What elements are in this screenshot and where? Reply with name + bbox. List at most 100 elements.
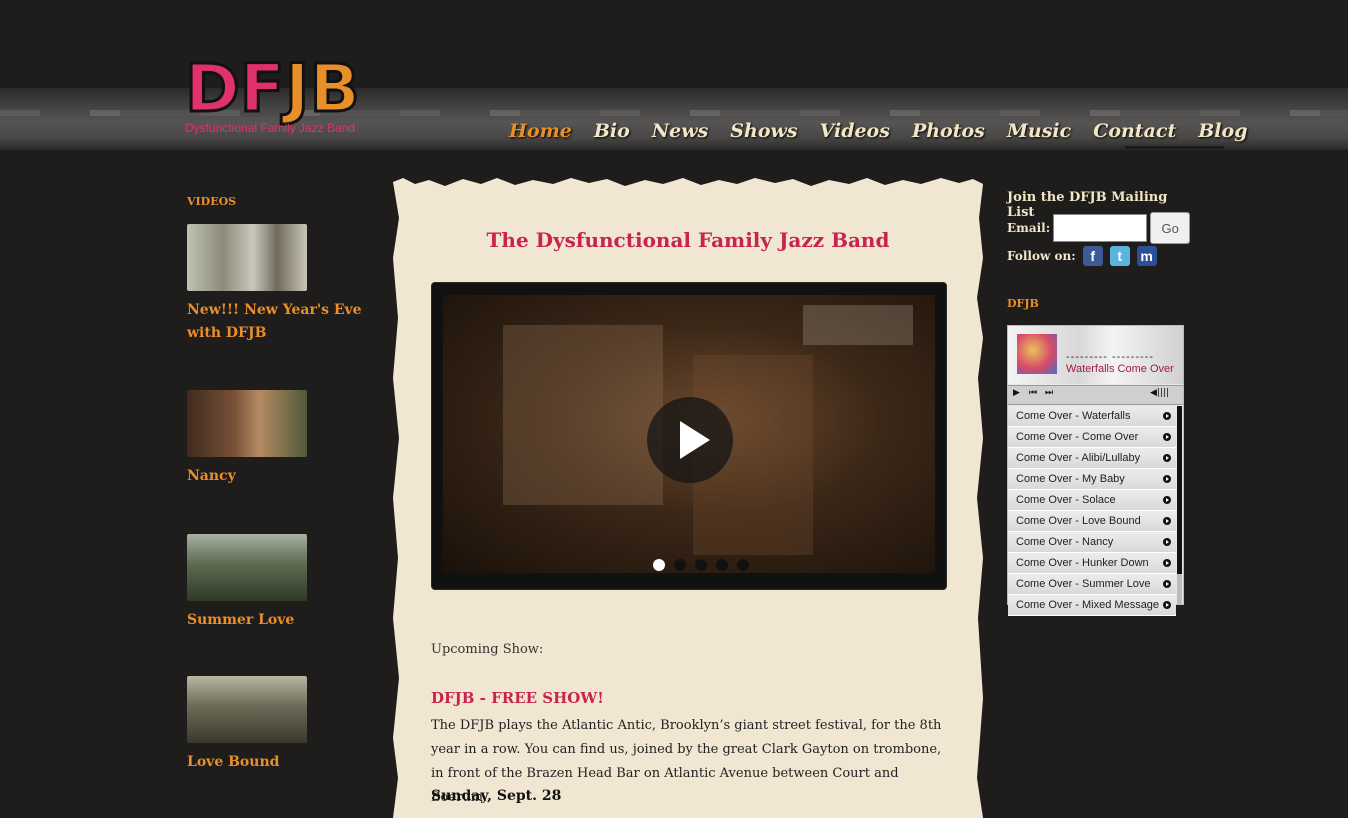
slide-dot-2[interactable] [674,559,686,571]
nav-bio[interactable]: Bio [594,120,630,142]
main-content-paper: The Dysfunctional Family Jazz Band Upcom… [393,178,983,818]
playlist-item[interactable]: Come Over - Solace [1008,490,1176,511]
album-art [1017,334,1057,374]
video-title-link[interactable]: Love Bound [187,751,377,774]
playlist-item[interactable]: Come Over - Come Over [1008,427,1176,448]
show-title: DFJB - FREE SHOW! [431,689,604,707]
playlist-item[interactable]: Come Over - Love Bound [1008,511,1176,532]
video-item: Love Bound [187,676,377,774]
myspace-icon[interactable]: m [1136,246,1157,266]
playlist-item[interactable]: Come Over - Summer Love [1008,574,1176,595]
go-button[interactable]: Go [1150,212,1191,244]
videos-sidebar: VIDEOS New!!! New Year's Eve with DFJB N… [187,195,377,770]
nav-news[interactable]: News [652,120,709,142]
logo-letter-f: F [238,50,286,127]
slide-dot-3[interactable] [695,559,707,571]
nav-home[interactable]: Home [509,120,572,142]
videos-section-title: VIDEOS [187,195,237,208]
page-title: The Dysfunctional Family Jazz Band [486,228,890,252]
email-label: Email: [1007,221,1051,235]
slide-dot-1[interactable] [653,559,665,571]
playlist-item-label: Come Over - Come Over [1016,431,1139,443]
previous-icon[interactable]: ⏮ [1029,388,1037,398]
video-screen[interactable] [443,295,935,573]
play-arrow-icon [1163,538,1171,546]
video-slideshow [431,282,947,590]
video-title-link[interactable]: Nancy [187,465,377,488]
play-icon[interactable]: ▶ [1013,388,1020,398]
player-progress-dashes: --------- --------- [1066,351,1154,363]
volume-icon[interactable]: ◀|||| [1150,388,1169,398]
video-title-link[interactable]: New!!! New Year's Eve with DFJB [187,299,377,345]
playlist-item-label: Come Over - Nancy [1016,536,1114,548]
play-arrow-icon [1163,559,1171,567]
nav-shows[interactable]: Shows [730,120,797,142]
music-player: --------- --------- Waterfalls Come Over… [1007,325,1184,616]
logo-letter-d: D [184,50,242,127]
play-arrow-icon [1163,454,1171,462]
playlist-item[interactable]: Come Over - Waterfalls [1008,406,1176,427]
playlist-item-label: Come Over - Summer Love [1016,578,1151,590]
email-input[interactable] [1053,214,1148,242]
logo-letter-b: B [308,50,361,127]
logo-letters: D F J B [184,50,362,127]
video-frame-region [503,325,663,505]
play-arrow-icon [1163,601,1171,609]
nav-videos[interactable]: Videos [820,120,890,142]
play-arrow-icon [1163,475,1171,483]
player-controls: ▶ ⏮ ⏭ ◀|||| [1008,385,1183,405]
player-header: --------- --------- Waterfalls Come Over [1008,326,1183,384]
facebook-icon[interactable]: f [1082,246,1103,266]
video-thumbnail[interactable] [187,390,307,457]
playlist-item-label: Come Over - Solace [1016,494,1116,506]
playlist-item-label: Come Over - Love Bound [1016,515,1141,527]
logo-tagline: Dysfunctional Family Jazz Band [185,121,356,135]
playlist-item[interactable]: Come Over - Alibi/Lullaby [1008,448,1176,469]
playlist-item[interactable]: Come Over - Mixed Message [1008,595,1176,616]
slide-pagination [653,559,749,571]
playlist-item-label: Come Over - Hunker Down [1016,557,1149,569]
slide-dot-4[interactable] [716,559,728,571]
video-thumbnail[interactable] [187,224,307,291]
video-thumbnail[interactable] [187,676,307,743]
video-item: New!!! New Year's Eve with DFJB [187,224,377,345]
playlist-item[interactable]: Come Over - Nancy [1008,532,1176,553]
nav-underline [1125,146,1224,149]
scrollbar-thumb[interactable] [1177,406,1182,574]
nav-contact[interactable]: Contact [1093,120,1176,142]
play-arrow-icon [1163,580,1171,588]
video-item: Nancy [187,390,377,488]
playlist-item-label: Come Over - Alibi/Lullaby [1016,452,1141,464]
follow-label: Follow on: [1007,249,1076,263]
playlist-item[interactable]: Come Over - Hunker Down [1008,553,1176,574]
playlist-scrollbar[interactable] [1177,406,1182,604]
play-button[interactable] [647,397,733,483]
dfjb-logo[interactable]: D F J B Dysfunctional Family Jazz Band [184,50,380,138]
nav-photos[interactable]: Photos [912,120,985,142]
logo-letter-j: J [283,50,310,127]
show-date: Sunday, Sept. 28 [431,788,562,804]
slide-dot-5[interactable] [737,559,749,571]
play-arrow-icon [1163,517,1171,525]
nav-blog[interactable]: Blog [1198,120,1247,142]
next-icon[interactable]: ⏭ [1045,388,1053,398]
video-item: Summer Love [187,534,377,632]
follow-row: Follow on: f t m [1007,246,1157,266]
nav-music[interactable]: Music [1007,120,1071,142]
play-arrow-icon [1163,496,1171,504]
upcoming-show-label: Upcoming Show: [431,642,544,657]
main-nav: Home Bio News Shows Videos Photos Music … [509,120,1270,142]
video-frame-region [803,305,913,345]
right-sidebar: Join the DFJB Mailing List Email: Go Fol… [1007,190,1191,616]
playlist-item[interactable]: Come Over - My Baby [1008,469,1176,490]
playlist: Come Over - Waterfalls Come Over - Come … [1008,406,1176,616]
twitter-icon[interactable]: t [1109,246,1130,266]
play-arrow-icon [1163,433,1171,441]
play-arrow-icon [1163,412,1171,420]
playlist-item-label: Come Over - My Baby [1016,473,1125,485]
now-playing-title: Waterfalls Come Over [1066,363,1174,375]
video-title-link[interactable]: Summer Love [187,609,377,632]
video-thumbnail[interactable] [187,534,307,601]
player-section-title: DFJB [1007,297,1039,310]
email-row: Email: Go [1007,212,1191,244]
